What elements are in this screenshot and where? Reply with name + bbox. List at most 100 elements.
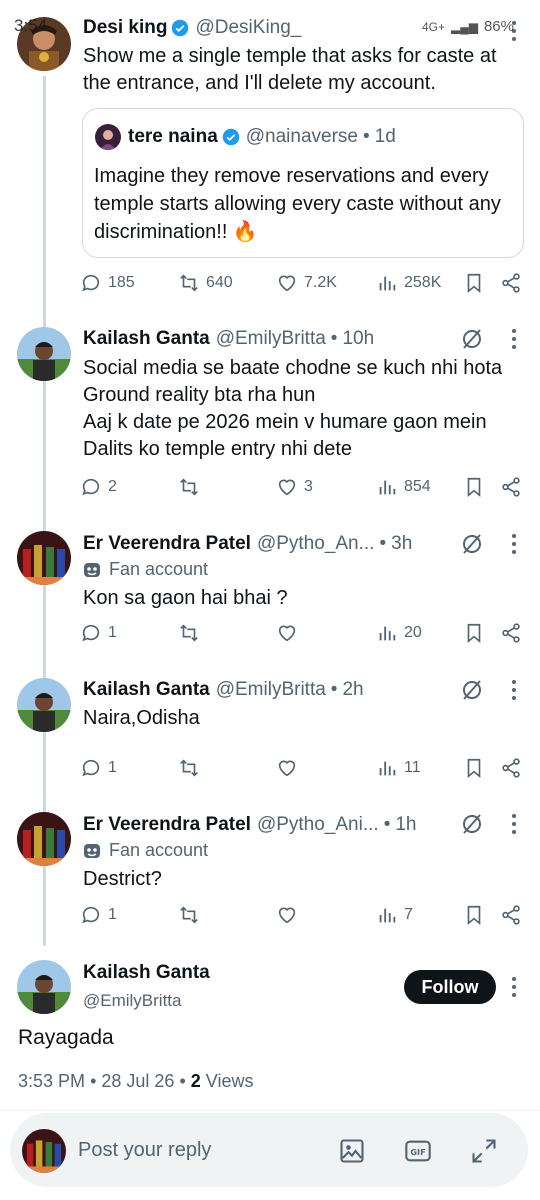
more-options-icon[interactable] xyxy=(510,679,518,701)
bookmark-button[interactable] xyxy=(463,272,485,294)
share-button[interactable] xyxy=(500,272,522,294)
quote-time: 1d xyxy=(374,126,396,147)
repost-button[interactable] xyxy=(178,904,200,926)
views-label[interactable]: Views xyxy=(206,1071,254,1091)
fan-account-label: Fan account xyxy=(109,840,209,860)
views-total: 2 xyxy=(190,1071,201,1091)
reply-input[interactable]: Post your reply xyxy=(78,1139,211,1162)
bookmark-button[interactable] xyxy=(463,757,485,779)
more-options-icon[interactable] xyxy=(510,813,518,835)
avatar-kailash[interactable] xyxy=(17,960,71,1014)
repost-button[interactable]: 640 xyxy=(178,272,233,294)
repost-button[interactable] xyxy=(178,757,200,779)
avatar-kailash[interactable] xyxy=(17,327,71,381)
reply-text-line: Destrict? xyxy=(83,868,162,890)
heart-icon xyxy=(278,760,296,777)
author-name[interactable]: Er Veerendra Patel xyxy=(83,814,251,836)
svg-text:GIF: GIF xyxy=(410,1147,425,1157)
post-time: 3:53 PM xyxy=(18,1071,86,1091)
views-button[interactable]: 7 xyxy=(376,904,413,926)
repost-icon xyxy=(180,759,198,777)
quoted-tweet[interactable]: tere naina @nainaverse • 1d Imagine they… xyxy=(82,108,524,258)
avatar-kailash[interactable] xyxy=(17,678,71,732)
views-button[interactable]: 854 xyxy=(376,476,431,498)
reply-text-line: Ground reality bta rha hun xyxy=(83,384,316,406)
reply-header: Er Veerendra Patel @Pytho_An... • 3h xyxy=(83,533,412,555)
reply-tweet[interactable]: Kailash Ganta @EmilyBritta • 2h Naira,Od… xyxy=(0,672,540,797)
focused-author-handle[interactable]: @EmilyBritta xyxy=(83,991,182,1011)
author-handle[interactable]: @EmilyBritta xyxy=(216,328,326,350)
divider xyxy=(0,1110,540,1111)
like-button[interactable]: 3 xyxy=(276,476,313,498)
reply-button[interactable]: 1 xyxy=(80,904,117,926)
grok-icon[interactable] xyxy=(460,532,484,556)
bookmark-button[interactable] xyxy=(463,622,485,644)
more-options-icon[interactable] xyxy=(510,328,518,350)
share-button[interactable] xyxy=(500,904,522,926)
main-tweet[interactable]: Desi king @DesiKing_ Show me a single te… xyxy=(0,0,540,320)
author-handle[interactable]: @Pytho_An... xyxy=(257,533,375,555)
focused-author-name[interactable]: Kailash Ganta xyxy=(83,962,210,984)
reply-tweet[interactable]: Kailash Ganta @EmilyBritta • 10h Social … xyxy=(0,320,540,510)
author-handle[interactable]: @Pytho_Ani... xyxy=(257,814,379,836)
avatar-veerendra[interactable] xyxy=(17,531,71,585)
avatar-desi-king[interactable] xyxy=(17,17,71,71)
bookmark-icon xyxy=(467,477,481,498)
reply-icon xyxy=(82,906,100,924)
separator-dot: • xyxy=(383,814,391,835)
quote-header: tere naina @nainaverse • 1d xyxy=(128,126,396,148)
like-button[interactable] xyxy=(276,757,298,779)
grok-icon[interactable] xyxy=(460,812,484,836)
grok-icon[interactable] xyxy=(460,678,484,702)
more-options-icon[interactable] xyxy=(510,976,518,998)
author-name[interactable]: Kailash Ganta xyxy=(83,328,210,350)
more-options-icon[interactable] xyxy=(510,20,518,42)
bookmark-button[interactable] xyxy=(463,476,485,498)
reply-text-line: Social media se baate chodne se kuch nhi… xyxy=(83,357,503,379)
like-button[interactable]: 7.2K xyxy=(276,272,337,294)
share-button[interactable] xyxy=(500,476,522,498)
share-icon xyxy=(502,273,520,293)
author-handle[interactable]: @DesiKing_ xyxy=(195,17,301,39)
reply-button[interactable]: 1 xyxy=(80,757,117,779)
grok-icon[interactable] xyxy=(460,327,484,351)
reply-button[interactable]: 2 xyxy=(80,476,117,498)
follow-button[interactable]: Follow xyxy=(404,970,496,1004)
like-button[interactable] xyxy=(276,904,298,926)
expand-icon[interactable] xyxy=(470,1137,498,1165)
image-icon[interactable] xyxy=(338,1137,366,1165)
avatar-veerendra[interactable] xyxy=(17,812,71,866)
reply-count: 185 xyxy=(108,274,135,291)
focused-tweet-meta: 3:53 PM • 28 Jul 26 • 2 Views xyxy=(18,1071,254,1092)
more-options-icon[interactable] xyxy=(510,533,518,555)
author-name[interactable]: Er Veerendra Patel xyxy=(83,533,251,555)
author-name[interactable]: Desi king xyxy=(83,17,167,39)
author-name[interactable]: Kailash Ganta xyxy=(83,679,210,701)
repost-button[interactable] xyxy=(178,476,200,498)
reply-text: Social media se baate chodne se kuch nhi… xyxy=(83,355,524,463)
like-button[interactable] xyxy=(276,622,298,644)
views-button[interactable]: 11 xyxy=(376,757,421,779)
reply-icon xyxy=(82,624,100,642)
share-button[interactable] xyxy=(500,757,522,779)
reply-button[interactable]: 1 xyxy=(80,622,117,644)
share-icon xyxy=(502,905,520,925)
reply-tweet[interactable]: Er Veerendra Patel @Pytho_An... • 3h Fan… xyxy=(0,525,540,665)
views-button[interactable]: 20 xyxy=(376,622,422,644)
separator-dot: • xyxy=(179,1071,191,1091)
views-button[interactable]: 258K xyxy=(376,272,441,294)
reply-tweet[interactable]: Er Veerendra Patel @Pytho_Ani... • 1h Fa… xyxy=(0,806,540,946)
share-button[interactable] xyxy=(500,622,522,644)
reply-actions: 1 7 xyxy=(80,904,524,930)
bookmark-icon xyxy=(467,623,481,644)
reply-composer[interactable]: Post your reply GIF xyxy=(10,1113,528,1187)
mask-icon xyxy=(84,843,100,858)
reply-time: 10h xyxy=(342,328,375,349)
bookmark-button[interactable] xyxy=(463,904,485,926)
author-handle[interactable]: @EmilyBritta xyxy=(216,679,326,701)
repost-button[interactable] xyxy=(178,622,200,644)
repost-icon xyxy=(180,906,198,924)
gif-icon[interactable]: GIF xyxy=(404,1137,432,1165)
reply-header: Kailash Ganta @EmilyBritta • 2h xyxy=(83,679,364,701)
reply-button[interactable]: 185 xyxy=(80,272,135,294)
